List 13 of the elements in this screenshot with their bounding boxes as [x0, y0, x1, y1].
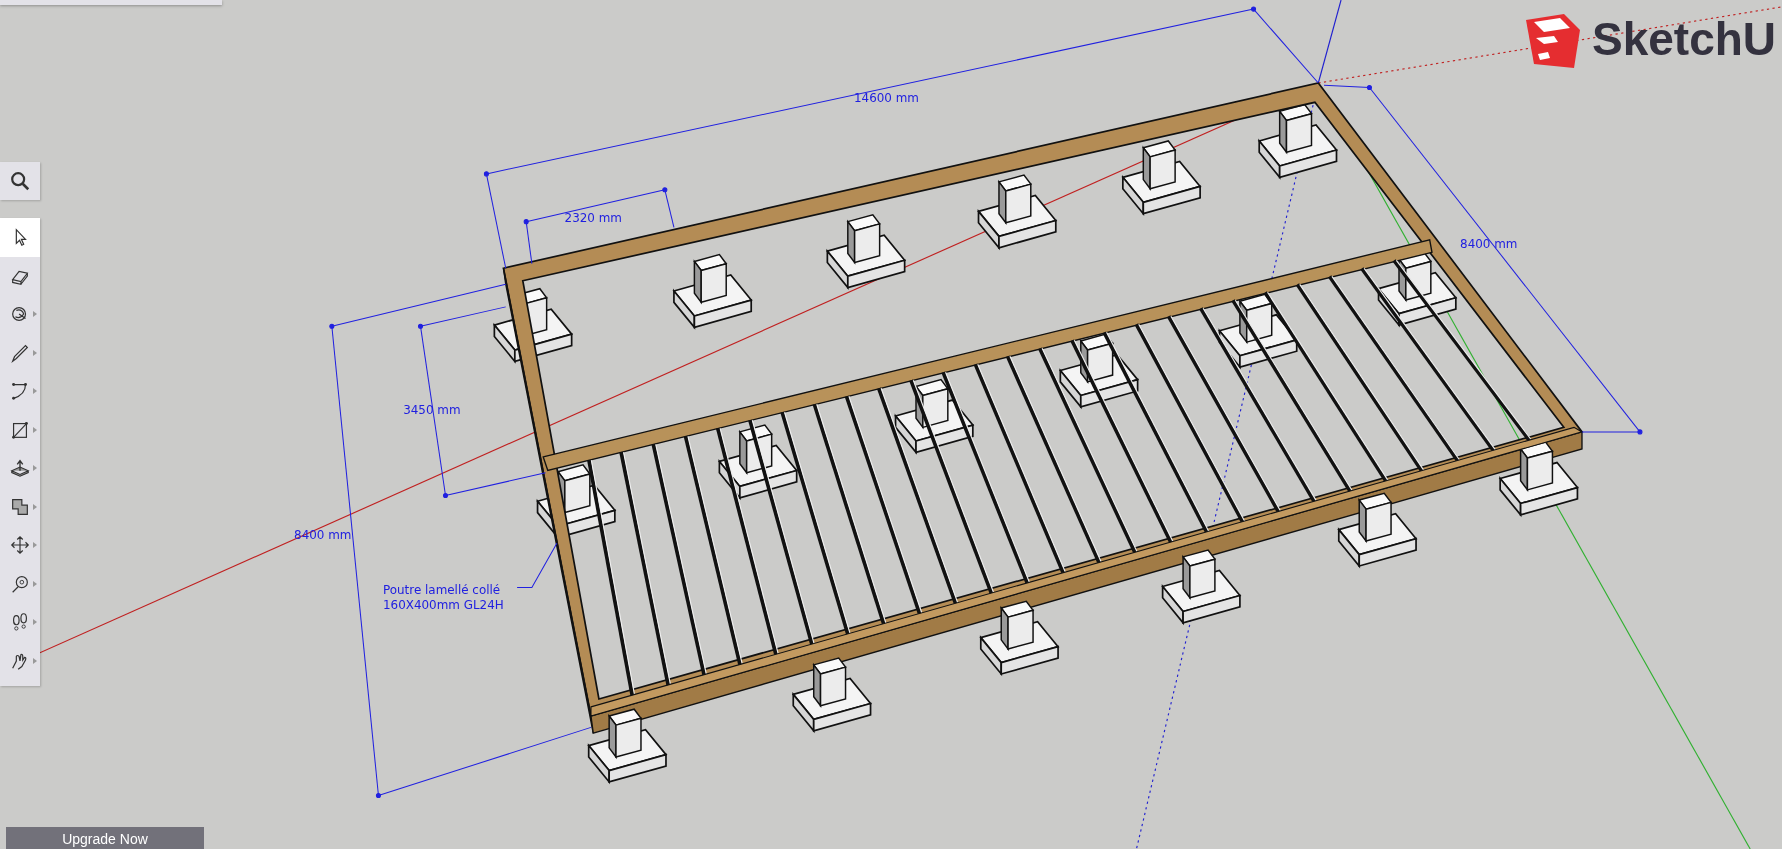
dimension-label: 14600 mm — [854, 91, 919, 106]
upgrade-button[interactable]: Upgrade Now — [6, 827, 204, 849]
dimension-label: 2320 mm — [564, 210, 622, 225]
annotation-text: Poutre lamellé collé 160X400mm GL24H — [383, 583, 504, 613]
tool-button[interactable] — [0, 218, 40, 257]
dimension-label: 8400 mm — [1460, 236, 1518, 251]
leader-line — [516, 542, 558, 589]
move-arrows-icon — [9, 534, 31, 557]
push-pull-icon — [9, 457, 31, 480]
dimension-label: 3450 mm — [403, 402, 461, 417]
search-button[interactable] — [0, 162, 40, 200]
search-icon — [9, 170, 31, 192]
logo-text: SketchU — [1592, 16, 1777, 62]
